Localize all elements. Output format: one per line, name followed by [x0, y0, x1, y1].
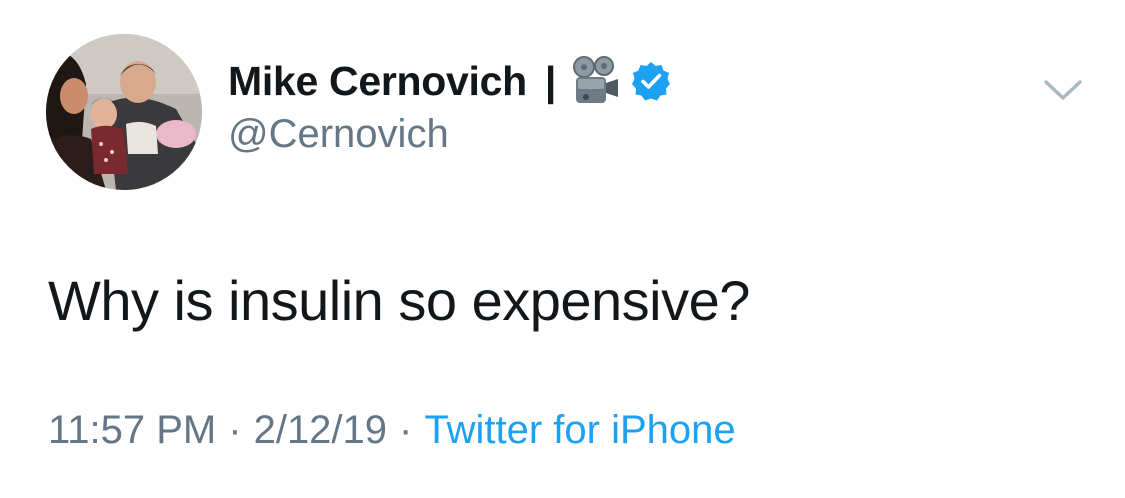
tweet-date[interactable]: 2/12/19 — [254, 408, 387, 453]
tweet-text: Why is insulin so expensive? — [48, 269, 750, 332]
meta-separator: · — [399, 408, 413, 452]
verified-badge-icon — [630, 60, 672, 102]
tweet-time[interactable]: 11:57 PM — [48, 408, 216, 453]
chevron-down-icon[interactable] — [1040, 74, 1086, 104]
display-name[interactable]: Mike Cernovich — [228, 58, 527, 105]
name-separator: | — [544, 57, 557, 104]
meta-separator: · — [228, 408, 242, 452]
tweet-meta: 11:57 PM · 2/12/19 · Twitter for iPhone — [48, 408, 736, 453]
tweet-source-link[interactable]: Twitter for iPhone — [424, 408, 735, 453]
author-handle[interactable]: @Cernovich — [228, 112, 449, 157]
avatar[interactable] — [46, 34, 202, 190]
film-projector-icon — [570, 55, 620, 107]
author-name-row[interactable]: Mike Cernovich | — [228, 56, 672, 106]
tweet-card: Mike Cernovich | @Cernovich Why is insul… — [0, 0, 1125, 498]
